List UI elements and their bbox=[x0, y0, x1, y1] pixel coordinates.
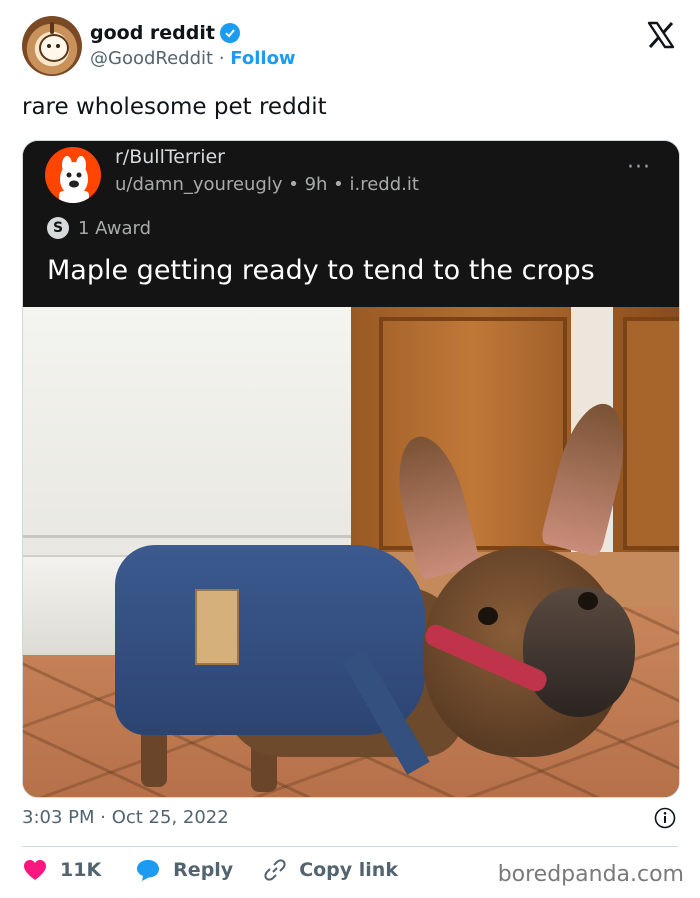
copy-link-button[interactable]: Copy link bbox=[263, 858, 398, 882]
author-avatar[interactable] bbox=[22, 16, 82, 76]
post-title: Maple getting ready to tend to the crops bbox=[47, 255, 595, 286]
reddit-post-header: r/BullTerrier u/damn_youreugly • 9h • i.… bbox=[23, 141, 679, 307]
subreddit-name: r/BullTerrier bbox=[115, 146, 225, 168]
handle-row: @GoodReddit · Follow bbox=[90, 48, 296, 69]
like-count: 11K bbox=[60, 859, 102, 881]
separator-dot: · bbox=[218, 48, 225, 69]
copy-link-label: Copy link bbox=[299, 859, 398, 881]
reply-bubble-icon bbox=[137, 860, 160, 881]
author-name[interactable]: good reddit bbox=[90, 22, 215, 44]
subreddit-avatar bbox=[45, 147, 101, 203]
media-card[interactable]: r/BullTerrier u/damn_youreugly • 9h • i.… bbox=[22, 140, 680, 798]
follow-button[interactable]: Follow bbox=[230, 48, 295, 69]
heart-icon bbox=[24, 860, 46, 880]
reply-button[interactable]: Reply bbox=[135, 858, 233, 882]
award-icon: S bbox=[47, 217, 69, 239]
award-row: S 1 Award bbox=[47, 217, 151, 239]
award-label: 1 Award bbox=[78, 217, 152, 239]
tweet-text: rare wholesome pet reddit bbox=[22, 94, 327, 120]
more-options-icon: ··· bbox=[627, 155, 651, 180]
x-logo-icon[interactable] bbox=[646, 20, 676, 50]
info-icon[interactable] bbox=[654, 807, 676, 829]
verified-badge-icon bbox=[219, 23, 240, 43]
divider bbox=[22, 846, 678, 847]
author-name-row[interactable]: good reddit bbox=[90, 22, 240, 44]
dog-photo bbox=[23, 307, 679, 797]
post-meta: u/damn_youreugly • 9h • i.redd.it bbox=[115, 174, 419, 195]
reply-label: Reply bbox=[173, 859, 234, 881]
action-bar: 11K Reply Copy link bbox=[22, 858, 398, 882]
like-button[interactable]: 11K bbox=[22, 858, 101, 882]
watermark: boredpanda.com bbox=[497, 862, 684, 887]
tweet-timestamp[interactable]: 3:03 PM · Oct 25, 2022 bbox=[22, 807, 229, 828]
author-handle[interactable]: @GoodReddit bbox=[90, 48, 213, 69]
link-icon bbox=[264, 859, 286, 881]
